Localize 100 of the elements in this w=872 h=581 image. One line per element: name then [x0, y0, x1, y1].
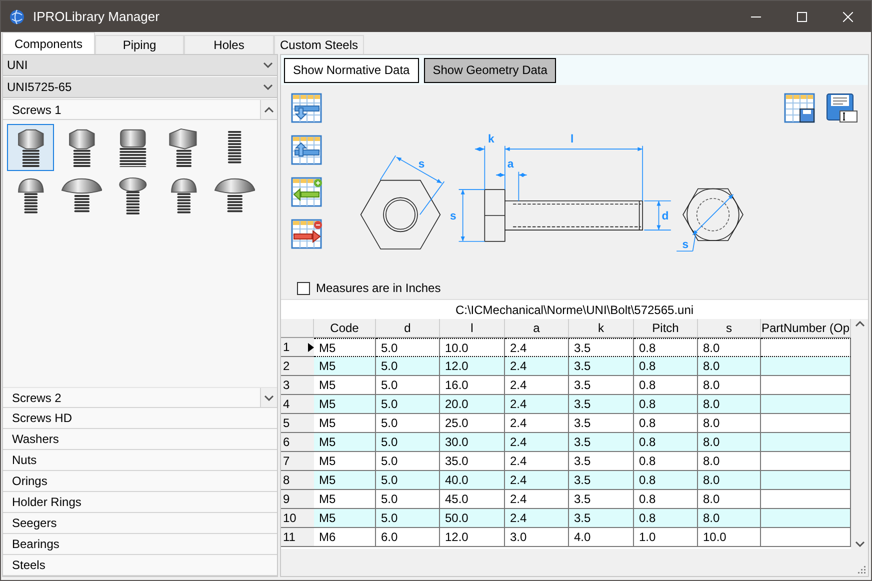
- inches-checkbox[interactable]: Measures are in Inches: [291, 277, 858, 299]
- table-cell: 16.0: [440, 376, 505, 395]
- table-cell: 2.4: [505, 490, 569, 509]
- table-cell: 5.0: [376, 395, 440, 414]
- remove-row-icon: [291, 219, 323, 250]
- dimension-label: s: [682, 238, 689, 251]
- table-export-icon: [291, 135, 323, 166]
- column-header[interactable]: PartNumber (Op: [761, 319, 851, 338]
- row-header[interactable]: 10: [281, 509, 314, 528]
- close-icon: [843, 12, 853, 22]
- table-cell: 30.0: [440, 433, 505, 452]
- table-cell: M5: [314, 490, 376, 509]
- view-button[interactable]: Show Normative Data: [284, 58, 419, 82]
- table-cell: 8.0: [698, 433, 761, 452]
- table-export-button[interactable]: [291, 135, 323, 166]
- table-cell: 5.0: [376, 338, 440, 357]
- screw-icon: [226, 130, 242, 166]
- table-cell: 8.0: [698, 376, 761, 395]
- view-button[interactable]: Show Geometry Data: [424, 58, 556, 82]
- column-header[interactable]: Code: [314, 319, 376, 338]
- table-cell: 2.4: [505, 376, 569, 395]
- tab[interactable]: Custom Steels: [274, 35, 364, 54]
- table-import-button[interactable]: [291, 93, 323, 124]
- table-cell: M5: [314, 395, 376, 414]
- dimension-label: a: [507, 158, 514, 171]
- row-header[interactable]: 2: [281, 357, 314, 376]
- table-cell: 2.4: [505, 433, 569, 452]
- table-save-icon: [784, 93, 816, 124]
- chevron-up-icon: [264, 106, 274, 112]
- table-cell: 1.0: [634, 528, 698, 547]
- table-cell: 4.0: [569, 528, 634, 547]
- table-cell: 5.0: [376, 357, 440, 376]
- column-header[interactable]: a: [505, 319, 569, 338]
- row-header[interactable]: 1: [281, 338, 314, 357]
- checkbox[interactable]: [297, 282, 310, 294]
- standard-dropdown[interactable]: UNI: [3, 55, 277, 76]
- table-cell: 0.8: [634, 509, 698, 528]
- add-row-button[interactable]: [291, 177, 323, 208]
- norm-dropdown[interactable]: UNI5725-65: [3, 77, 277, 98]
- column-header[interactable]: k: [569, 319, 634, 338]
- dimension-label: l: [570, 134, 574, 146]
- column-header[interactable]: d: [376, 319, 440, 338]
- table-cell: 40.0: [440, 471, 505, 490]
- table-cell: 50.0: [440, 509, 505, 528]
- table-cell: 3.5: [569, 490, 634, 509]
- table-cell: 3.0: [505, 528, 569, 547]
- tab[interactable]: Holes: [184, 35, 274, 54]
- category-header[interactable]: Screws 1: [3, 100, 260, 119]
- screw-thumbnail[interactable]: [7, 124, 54, 171]
- table-cell: 3.5: [569, 452, 634, 471]
- table-cell: 5.0: [376, 376, 440, 395]
- table-cell: 8.0: [698, 509, 761, 528]
- save-as-button[interactable]: [826, 93, 858, 124]
- save-table-button[interactable]: [784, 93, 816, 124]
- expand-toggle[interactable]: [260, 388, 277, 407]
- table-cell: 8.0: [698, 395, 761, 414]
- table-cell: 0.8: [634, 338, 698, 357]
- tab[interactable]: Components: [2, 32, 95, 54]
- table-cell: 12.0: [440, 528, 505, 547]
- expand-toggle[interactable]: [260, 100, 277, 119]
- table-cell: 35.0: [440, 452, 505, 471]
- chevron-down-icon: [263, 84, 273, 90]
- table-cell: M5: [314, 471, 376, 490]
- dimension-label: d: [662, 210, 669, 223]
- category-header[interactable]: Screws 2: [3, 388, 260, 407]
- dimension-label: s: [418, 158, 425, 171]
- table-cell: M5: [314, 357, 376, 376]
- window-title: IPROLibrary Manager: [33, 9, 160, 24]
- table-cell: 3.5: [569, 471, 634, 490]
- table-cell: 0.8: [634, 414, 698, 433]
- table-cell: 5.0: [376, 490, 440, 509]
- corner-header-cell[interactable]: [281, 319, 314, 338]
- column-header[interactable]: s: [698, 319, 761, 338]
- column-header[interactable]: l: [440, 319, 505, 338]
- table-cell: 3.5: [569, 509, 634, 528]
- tab[interactable]: Piping: [95, 35, 184, 54]
- table-cell: 0.8: [634, 452, 698, 471]
- table-cell: 5.0: [376, 433, 440, 452]
- row-header[interactable]: 4: [281, 395, 314, 414]
- row-header[interactable]: 9: [281, 490, 314, 509]
- table-cell: 2.4: [505, 414, 569, 433]
- table-cell: 3.5: [569, 433, 634, 452]
- table-cell: 8.0: [698, 490, 761, 509]
- table-cell: 5.0: [376, 471, 440, 490]
- table-cell: 8.0: [698, 452, 761, 471]
- column-header[interactable]: Pitch: [634, 319, 698, 338]
- dimension-label: k: [488, 134, 494, 146]
- table-cell: 2.4: [505, 338, 569, 357]
- table-cell: 2.4: [505, 471, 569, 490]
- table-cell: 3.5: [569, 376, 634, 395]
- row-header[interactable]: 5: [281, 414, 314, 433]
- table-cell: 0.8: [634, 490, 698, 509]
- row-header[interactable]: 6: [281, 433, 314, 452]
- row-header[interactable]: 7: [281, 452, 314, 471]
- table-cell: M5: [314, 433, 376, 452]
- row-header[interactable]: 8: [281, 471, 314, 490]
- table-cell: 3.5: [569, 338, 634, 357]
- remove-row-button[interactable]: [291, 219, 323, 250]
- row-header[interactable]: 11: [281, 528, 314, 547]
- row-header[interactable]: 3: [281, 376, 314, 395]
